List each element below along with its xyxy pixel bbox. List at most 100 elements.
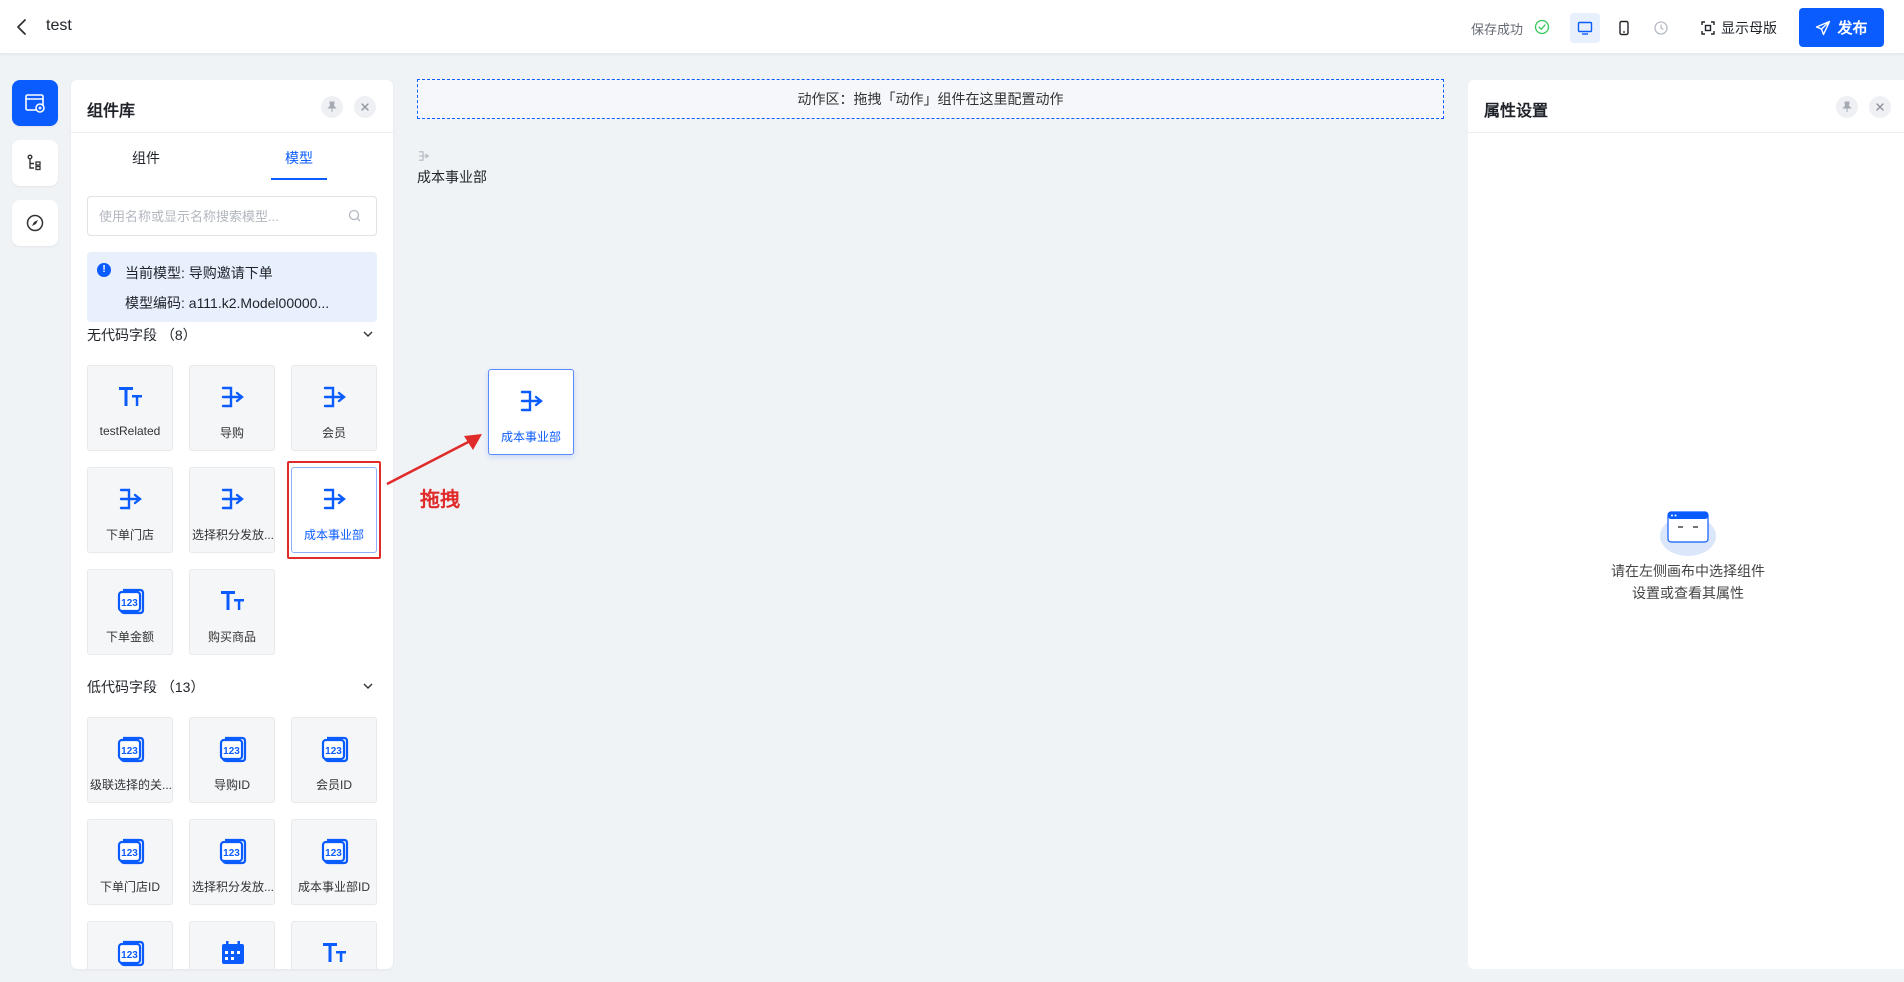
field-card-label: 导购ID: [213, 778, 250, 792]
field-card-label: 会员: [321, 426, 346, 440]
action-drop-zone[interactable]: 动作区：拖拽「动作」组件在这里配置动作: [417, 79, 1444, 119]
field-card-label: 成本事业部: [303, 528, 364, 542]
send-icon: [1816, 20, 1831, 35]
field-card-label: 下单门店: [105, 528, 154, 542]
field-card[interactable]: 导购: [189, 365, 275, 451]
field-card-label: 会员ID: [315, 778, 352, 792]
field-card-label: 选择积分发放...: [192, 880, 274, 894]
search-icon: [347, 208, 363, 224]
number-icon: [320, 734, 350, 764]
close-icon[interactable]: [1869, 96, 1891, 118]
relation-icon: [218, 484, 248, 514]
field-card[interactable]: 成本事业部ID: [291, 819, 377, 905]
history-button[interactable]: [1646, 13, 1676, 43]
field-card[interactable]: [189, 921, 275, 969]
drag-annotation: 拖拽: [420, 489, 460, 511]
field-card-label: testRelated: [99, 424, 161, 438]
field-card[interactable]: testRelated: [87, 365, 173, 451]
tab-components[interactable]: 组件: [116, 148, 176, 168]
compass-icon[interactable]: [12, 200, 58, 246]
number-icon: [116, 836, 146, 866]
drag-arrow-icon: [386, 434, 482, 486]
chevron-down-icon[interactable]: [361, 327, 375, 341]
relation-icon: [418, 151, 430, 161]
field-card-selected[interactable]: 成本事业部: [291, 467, 377, 553]
component-library-panel: 组件库 组件 模型 ! 当前模型: 导购邀请下单 模型编码: a111.k2.M…: [71, 80, 393, 969]
top-bar: test 保存成功 显示母版 发布: [0, 0, 1904, 54]
field-card[interactable]: 下单门店ID: [87, 819, 173, 905]
number-icon: [116, 586, 146, 616]
tab-models[interactable]: 模型: [269, 148, 329, 168]
monitor-icon: [1577, 21, 1593, 35]
panel-title: 组件库: [87, 103, 136, 120]
field-card[interactable]: [87, 921, 173, 969]
check-circle-icon: [1534, 19, 1550, 35]
number-icon: [116, 938, 146, 968]
field-card[interactable]: 选择积分发放...: [189, 819, 275, 905]
chevron-down-icon[interactable]: [361, 679, 375, 693]
desktop-view-button[interactable]: [1570, 13, 1600, 43]
field-card[interactable]: 导购ID: [189, 717, 275, 803]
empty-state-text: 请在左侧画布中选择组件 设置或查看其属性: [1568, 560, 1808, 604]
show-master-label: 显示母版: [1721, 20, 1777, 36]
publish-button[interactable]: 发布: [1799, 8, 1884, 47]
drag-ghost-label: 成本事业部: [500, 430, 561, 444]
low-code-section-title[interactable]: 低代码字段 （13）: [87, 677, 204, 697]
pin-icon[interactable]: [1836, 96, 1858, 118]
left-rail: [12, 80, 60, 260]
search-input[interactable]: [87, 196, 377, 236]
divider: [1468, 132, 1904, 133]
field-card[interactable]: 下单金额: [87, 569, 173, 655]
calendar-icon: [218, 938, 248, 968]
show-master-button[interactable]: 显示母版: [1700, 17, 1777, 39]
tree-icon[interactable]: [12, 140, 58, 186]
no-code-section-title[interactable]: 无代码字段 （8）: [87, 325, 197, 345]
canvas-field-label[interactable]: 成本事业部: [417, 167, 487, 187]
field-card-label: 下单金额: [105, 630, 154, 644]
number-icon: [320, 836, 350, 866]
field-card-label: 导购: [219, 426, 244, 440]
relation-icon: [116, 484, 146, 514]
field-card[interactable]: 会员: [291, 365, 377, 451]
number-icon: [218, 836, 248, 866]
field-card-label: 级联选择的关...: [90, 778, 172, 792]
clock-icon: [1654, 21, 1668, 35]
tab-indicator: [271, 178, 327, 180]
drag-ghost-card[interactable]: 成本事业部: [488, 369, 574, 455]
back-arrow-icon[interactable]: [10, 15, 34, 39]
empty-state-line2: 设置或查看其属性: [1632, 585, 1744, 601]
app-title: test: [46, 17, 72, 34]
empty-state-illustration-icon: [1660, 511, 1716, 556]
number-icon: [116, 734, 146, 764]
close-icon[interactable]: [354, 96, 376, 118]
relation-icon: [320, 484, 350, 514]
panel-title: 属性设置: [1484, 103, 1549, 120]
relation-icon: [320, 382, 350, 412]
field-card-label: 选择积分发放...: [192, 528, 274, 542]
scan-frame-icon: [1701, 21, 1715, 35]
page-icon[interactable]: [12, 80, 58, 126]
field-card-label: 下单门店ID: [99, 880, 160, 894]
model-info-box: ! 当前模型: 导购邀请下单 模型编码: a111.k2.Model00000.…: [87, 252, 377, 322]
field-card[interactable]: 选择积分发放...: [189, 467, 275, 553]
text-icon: [320, 938, 350, 968]
empty-state-line1: 请在左侧画布中选择组件: [1611, 563, 1765, 579]
field-card-label: 成本事业部ID: [297, 880, 370, 894]
field-card-label: 购买商品: [207, 630, 256, 644]
save-status: 保存成功: [1471, 22, 1524, 37]
field-card[interactable]: [291, 921, 377, 969]
pin-icon[interactable]: [321, 96, 343, 118]
field-card[interactable]: 级联选择的关...: [87, 717, 173, 803]
info-icon: !: [97, 263, 111, 277]
field-card[interactable]: 下单门店: [87, 467, 173, 553]
text-icon: [218, 586, 248, 616]
field-card[interactable]: 会员ID: [291, 717, 377, 803]
mobile-view-button[interactable]: [1609, 13, 1639, 43]
divider: [71, 132, 393, 133]
relation-icon: [517, 386, 547, 416]
field-card[interactable]: 购买商品: [189, 569, 275, 655]
publish-label: 发布: [1837, 20, 1868, 37]
number-icon: [218, 734, 248, 764]
model-code: 模型编码: a111.k2.Model00000...: [125, 295, 330, 311]
text-icon: [116, 382, 146, 412]
